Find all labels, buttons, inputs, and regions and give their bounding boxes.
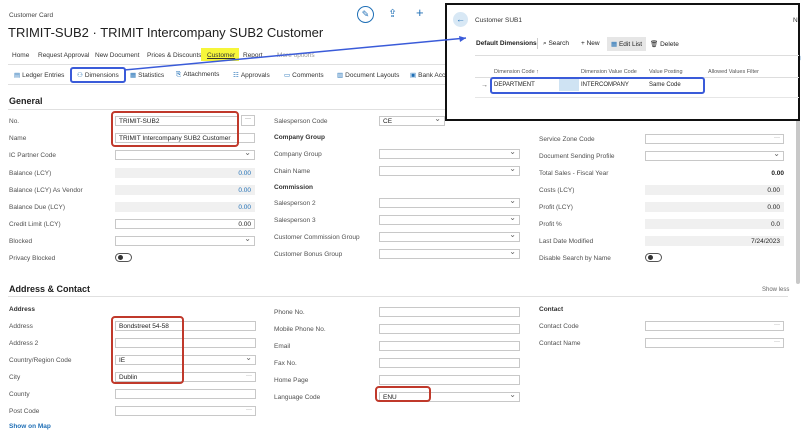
connector-arrow (123, 36, 467, 71)
